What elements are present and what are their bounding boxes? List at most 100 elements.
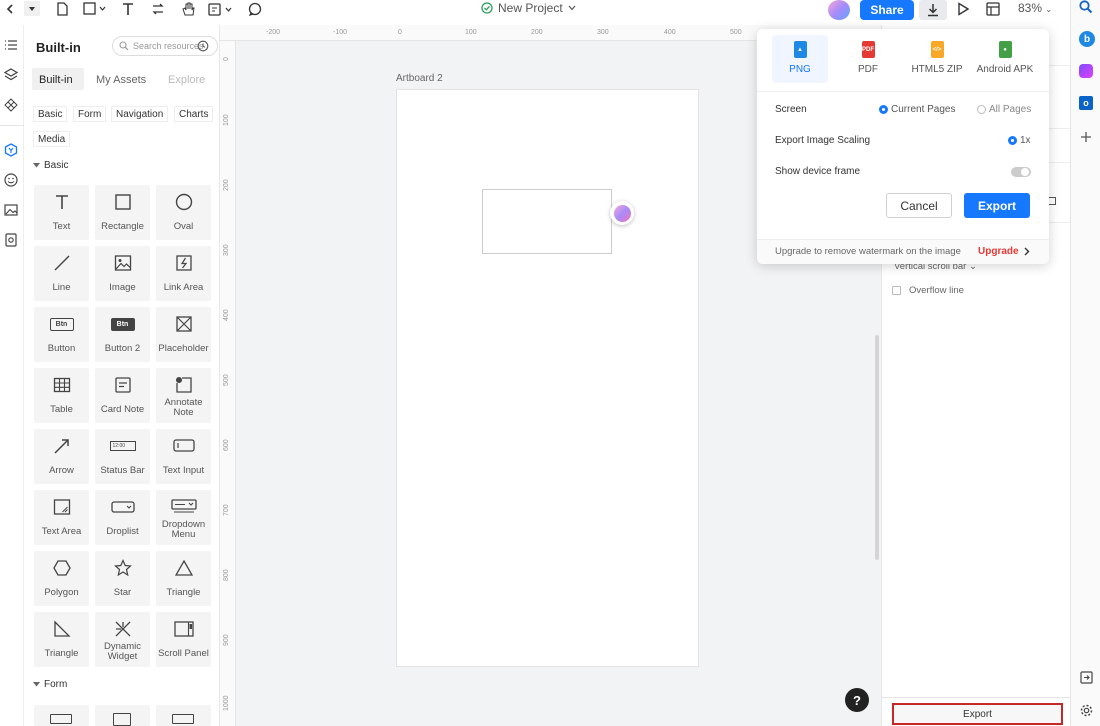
- hand-tool-icon[interactable]: [180, 1, 196, 16]
- shape-tool-icon[interactable]: [82, 1, 108, 16]
- section-basic[interactable]: Basic: [33, 160, 68, 171]
- back-icon[interactable]: [2, 1, 18, 16]
- widget-tile-rectangle[interactable]: Rectangle: [95, 185, 150, 240]
- layers-icon[interactable]: [4, 68, 18, 82]
- widget-tile-triangle[interactable]: Triangle: [156, 551, 211, 606]
- play-preview-icon[interactable]: [955, 1, 971, 16]
- text-tool-icon[interactable]: [120, 1, 136, 16]
- tab-built-in[interactable]: Built-in: [39, 74, 73, 86]
- widget-tile-text-area[interactable]: Text Area: [34, 490, 89, 545]
- format-android-apk[interactable]: ● Android APK: [977, 35, 1033, 83]
- history-icon[interactable]: [197, 40, 209, 52]
- props-checkbox[interactable]: [1048, 197, 1056, 205]
- scaling-radio[interactable]: [1008, 135, 1017, 145]
- cancel-button[interactable]: Cancel: [886, 193, 952, 218]
- pages-list-icon[interactable]: [4, 39, 18, 51]
- image-library-icon[interactable]: [4, 203, 18, 217]
- zoom-level[interactable]: 83% ⌄: [1018, 1, 1052, 15]
- settings-gear-icon[interactable]: [1080, 704, 1093, 717]
- user-avatar[interactable]: [828, 0, 850, 20]
- project-title[interactable]: New Project: [481, 0, 576, 16]
- extension-icon[interactable]: [1079, 64, 1093, 78]
- form-textbox-icon: [113, 713, 131, 726]
- search-icon[interactable]: [1079, 0, 1093, 14]
- section-form[interactable]: Form: [33, 679, 67, 690]
- widget-tile-placeholder[interactable]: Placeholder: [156, 307, 211, 362]
- chip-media[interactable]: Media: [33, 131, 71, 147]
- form-tile[interactable]: [34, 705, 89, 726]
- widget-tile-annotate-note[interactable]: Annotate Note: [156, 368, 211, 423]
- form-tile[interactable]: [156, 705, 211, 726]
- format-png[interactable]: ▲ PNG: [772, 35, 828, 83]
- file-android-icon: ●: [998, 41, 1012, 58]
- overflow-line-checkbox[interactable]: [892, 286, 901, 295]
- artboard[interactable]: [396, 89, 699, 667]
- outlook-icon[interactable]: o: [1079, 96, 1093, 110]
- widget-tile-scroll-panel[interactable]: Scroll Panel: [156, 612, 211, 667]
- note-tool-icon[interactable]: [206, 1, 236, 16]
- current-pages-radio[interactable]: [879, 104, 888, 114]
- components-icon[interactable]: [4, 98, 18, 112]
- widget-tile-text-input[interactable]: Text Input: [156, 429, 211, 484]
- upgrade-link[interactable]: Upgrade: [978, 246, 1030, 257]
- layout-panel-icon[interactable]: [985, 1, 1001, 16]
- scaling-option[interactable]: 1x: [1008, 135, 1031, 146]
- bing-copilot-icon[interactable]: b: [1079, 31, 1095, 47]
- widget-tile-star[interactable]: Star: [95, 551, 150, 606]
- widget-tile-droplist[interactable]: Droplist: [95, 490, 150, 545]
- widget-tile-polygon[interactable]: Polygon: [34, 551, 89, 606]
- chip-navigation[interactable]: Navigation: [111, 106, 169, 122]
- text-area-icon: [34, 498, 89, 518]
- widget-tile-table[interactable]: Table: [34, 368, 89, 423]
- templates-icon[interactable]: [4, 233, 18, 247]
- chip-basic[interactable]: Basic: [33, 106, 68, 122]
- collaborator-avatar[interactable]: [610, 201, 634, 225]
- widget-tile-label: Scroll Panel: [158, 648, 209, 659]
- tab-my-assets[interactable]: My Assets: [96, 74, 146, 86]
- current-pages-option[interactable]: Current Pages: [879, 104, 955, 115]
- tab-explore[interactable]: Explore: [168, 74, 205, 86]
- page-icon[interactable]: [54, 1, 70, 16]
- widget-tile-dropdown-menu[interactable]: Dropdown Menu: [156, 490, 211, 545]
- widget-tile-label: Annotate Note: [164, 397, 203, 418]
- canvas-rectangle-widget[interactable]: [482, 189, 612, 254]
- widget-tile-arrow[interactable]: Arrow: [34, 429, 89, 484]
- widget-tile-link-area[interactable]: Link Area: [156, 246, 211, 301]
- format-pdf[interactable]: PDF PDF: [840, 35, 896, 83]
- export-button[interactable]: Export: [964, 193, 1030, 218]
- sidebar-collapse-icon[interactable]: [1080, 671, 1093, 684]
- all-pages-radio[interactable]: [977, 104, 986, 114]
- canvas-scrollbar[interactable]: [875, 335, 879, 560]
- widget-tile-card-note[interactable]: Card Note: [95, 368, 150, 423]
- interaction-icon[interactable]: [150, 1, 166, 16]
- format-html5-zip[interactable]: </> HTML5 ZIP: [909, 35, 965, 83]
- chip-form[interactable]: Form: [73, 106, 107, 122]
- artboard-label[interactable]: Artboard 2: [396, 73, 443, 84]
- widget-tile-button[interactable]: Btn Button: [34, 307, 89, 362]
- form-tile[interactable]: [95, 705, 150, 726]
- add-icon[interactable]: [1080, 131, 1092, 143]
- panel-title: Built-in: [36, 40, 81, 55]
- widget-tile-status-bar[interactable]: 12:00 Status Bar: [95, 429, 150, 484]
- help-button[interactable]: ?: [845, 688, 869, 712]
- widget-tile-text[interactable]: Text: [34, 185, 89, 240]
- export-bottom-button[interactable]: Export: [892, 703, 1063, 725]
- device-frame-toggle[interactable]: [1011, 167, 1031, 177]
- widget-tile-button2[interactable]: Btn Button 2: [95, 307, 150, 362]
- widget-tile-dynamic-widget[interactable]: Dynamic Widget: [95, 612, 150, 667]
- overflow-line-option[interactable]: Overflow line: [892, 285, 964, 296]
- search-icon: [119, 41, 129, 51]
- emoji-icon[interactable]: [4, 173, 18, 187]
- widget-tile-image[interactable]: Image: [95, 246, 150, 301]
- chip-charts[interactable]: Charts: [174, 106, 214, 122]
- comment-icon[interactable]: [247, 1, 263, 16]
- widget-tile-right-triangle[interactable]: Triangle: [34, 612, 89, 667]
- widget-tile-line[interactable]: Line: [34, 246, 89, 301]
- share-button[interactable]: Share: [860, 0, 914, 20]
- all-pages-option[interactable]: All Pages: [977, 104, 1031, 115]
- built-in-widgets-icon[interactable]: [4, 143, 18, 157]
- menu-dropdown-icon[interactable]: [24, 1, 40, 16]
- widget-tile-label: Rectangle: [101, 221, 144, 232]
- download-export-button[interactable]: [919, 0, 947, 20]
- widget-tile-oval[interactable]: Oval: [156, 185, 211, 240]
